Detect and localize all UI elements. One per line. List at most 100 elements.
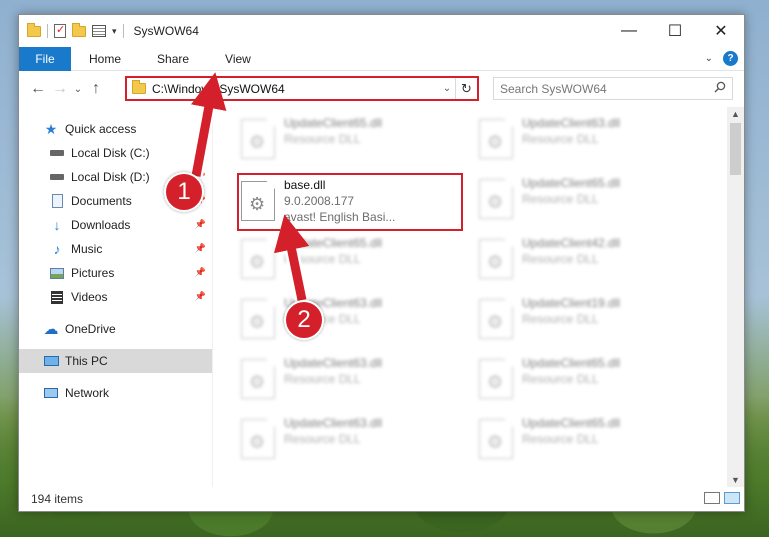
scroll-up-icon[interactable]: ▲ xyxy=(731,109,740,119)
dll-file-icon xyxy=(241,299,275,339)
scrollbar-thumb[interactable] xyxy=(730,123,741,175)
file-name: UpdateClient65.dll xyxy=(522,356,621,370)
nav-item-label: Local Disk (C:) xyxy=(71,146,150,160)
file-type: Resource DLL xyxy=(284,252,361,266)
toolbar-divider xyxy=(47,24,48,38)
nav-item-videos[interactable]: Videos 📌 xyxy=(19,285,212,309)
network-icon xyxy=(43,386,59,400)
nav-item-label: Videos xyxy=(71,290,108,304)
nav-item-downloads[interactable]: ↓ Downloads 📌 xyxy=(19,213,212,237)
dll-file-icon xyxy=(241,359,275,399)
maximize-button[interactable]: ☐ xyxy=(652,15,698,47)
tab-home[interactable]: Home xyxy=(71,52,135,66)
drive-icon xyxy=(49,170,65,184)
expand-ribbon-chevron-icon[interactable]: ⌄ xyxy=(705,53,713,64)
file-name: UpdateClient65.dll xyxy=(522,176,621,190)
nav-item-this-pc[interactable]: This PC xyxy=(19,349,212,373)
nav-item-label: Pictures xyxy=(71,266,115,280)
file-name: UpdateClient63.dll xyxy=(284,416,383,430)
item-count: 194 items xyxy=(31,492,84,506)
file-item[interactable]: UpdateClient65.dll Resource DLL xyxy=(479,415,709,467)
star-icon: ★ xyxy=(44,120,58,137)
nav-item-label: OneDrive xyxy=(65,322,116,336)
file-item[interactable]: UpdateClient65.dll Resource DLL xyxy=(241,115,471,167)
close-button[interactable]: ✕ xyxy=(698,15,744,47)
dll-file-icon xyxy=(241,119,275,159)
file-item[interactable]: UpdateClient63.dllResource DLL xyxy=(479,115,709,167)
nav-item-label: Music xyxy=(71,242,103,256)
file-item[interactable]: UpdateClient63.dll Resource DLL xyxy=(241,415,471,467)
download-icon: ↓ xyxy=(53,217,61,233)
file-item[interactable]: UpdateClient65.dll Resource DLL xyxy=(479,175,709,227)
file-type: Resource DLL xyxy=(522,432,599,446)
details-view-icon[interactable] xyxy=(704,492,720,504)
nav-item-local-disk-c[interactable]: Local Disk (C:) 📌 xyxy=(19,141,212,165)
file-type: Resource DLL xyxy=(284,132,361,146)
pin-icon[interactable]: 📌 xyxy=(195,243,206,254)
large-icons-view-icon[interactable] xyxy=(724,492,740,504)
pc-icon xyxy=(43,354,59,368)
search-input[interactable]: Search SysWOW64 xyxy=(493,77,733,100)
dll-file-icon xyxy=(479,179,513,219)
file-item[interactable]: UpdateClient42.dll Resource DLL xyxy=(479,235,709,287)
tab-file[interactable]: File xyxy=(19,46,71,71)
ribbon-tabs: File Home Share View ⌄ ? xyxy=(19,46,744,71)
nav-item-label: Network xyxy=(65,386,110,400)
scroll-down-icon[interactable]: ▼ xyxy=(731,475,740,485)
cloud-icon: ☁ xyxy=(43,321,59,338)
address-bar[interactable]: C:\Windows\SysWOW64 ⌄ ↻ xyxy=(125,76,479,101)
file-name: UpdateClient42.dll xyxy=(522,236,621,250)
search-icon xyxy=(714,81,726,93)
minimize-button[interactable]: — xyxy=(606,15,652,47)
file-type: Resource DLL xyxy=(522,312,599,326)
title-bar: ▾ SysWOW64 — ☐ ✕ xyxy=(19,15,744,47)
file-item[interactable]: UpdateClient19.dll Resource DLL xyxy=(479,295,709,347)
vertical-scrollbar[interactable]: ▲ ▼ xyxy=(727,107,744,487)
file-type: Resource DLL xyxy=(284,372,361,386)
nav-item-music[interactable]: ♪ Music 📌 xyxy=(19,237,212,261)
recent-locations-dropdown[interactable]: ⌄ xyxy=(71,84,85,95)
file-item[interactable]: UpdateClient63.dllResource DLL xyxy=(241,355,471,407)
dll-file-icon xyxy=(479,419,513,459)
tab-share[interactable]: Share xyxy=(135,52,203,66)
file-name: UpdateClient65.dll xyxy=(522,416,621,430)
tab-view[interactable]: View xyxy=(203,52,265,66)
file-item[interactable]: UpdateClient65.dll Resource DLL xyxy=(241,235,471,287)
videos-icon xyxy=(49,290,65,304)
pin-icon[interactable]: 📌 xyxy=(195,219,206,230)
window-title: SysWOW64 xyxy=(133,24,199,38)
explorer-body: ★ Quick access Local Disk (C:) 📌 Local D… xyxy=(19,107,744,487)
refresh-button[interactable]: ↻ xyxy=(455,78,477,99)
pin-icon[interactable]: 📌 xyxy=(195,267,206,278)
nav-item-onedrive[interactable]: ☁ OneDrive xyxy=(19,317,212,341)
properties-icon[interactable] xyxy=(92,25,106,37)
new-folder-icon[interactable] xyxy=(72,22,86,37)
file-item[interactable]: UpdateClient63.dllResource DLL xyxy=(241,295,471,347)
forward-button[interactable]: → xyxy=(49,80,71,98)
address-path[interactable]: C:\Windows\SysWOW64 xyxy=(152,82,439,96)
folder-icon xyxy=(132,80,146,94)
dll-file-icon xyxy=(479,299,513,339)
file-name: UpdateClient19.dll xyxy=(522,296,621,310)
pin-icon[interactable]: 📌 xyxy=(195,147,206,158)
up-button[interactable]: ↑ xyxy=(85,80,107,98)
highlight-box xyxy=(237,173,463,231)
back-button[interactable]: ← xyxy=(27,80,49,98)
nav-item-quick-access[interactable]: ★ Quick access xyxy=(19,117,212,141)
nav-item-label: Local Disk (D:) xyxy=(71,170,150,184)
customize-toolbar-dropdown-icon[interactable]: ▾ xyxy=(112,26,117,37)
file-type: Resource DLL xyxy=(284,432,361,446)
nav-item-network[interactable]: Network xyxy=(19,381,212,405)
nav-item-pictures[interactable]: Pictures 📌 xyxy=(19,261,212,285)
properties-check-icon[interactable] xyxy=(54,23,66,38)
navigation-bar: ← → ⌄ ↑ C:\Windows\SysWOW64 ⌄ ↻ Search S… xyxy=(19,71,744,107)
file-list: UpdateClient65.dllResource DLL base.dll … xyxy=(213,107,744,487)
documents-icon xyxy=(49,194,65,208)
window-controls: — ☐ ✕ xyxy=(606,15,744,47)
address-dropdown-icon[interactable]: ⌄ xyxy=(439,83,455,94)
help-button[interactable]: ? xyxy=(723,51,738,66)
dll-file-icon xyxy=(479,239,513,279)
pin-icon[interactable]: 📌 xyxy=(195,291,206,302)
file-item[interactable]: UpdateClient65.dll Resource DLL xyxy=(479,355,709,407)
navigation-pane: ★ Quick access Local Disk (C:) 📌 Local D… xyxy=(19,107,213,487)
